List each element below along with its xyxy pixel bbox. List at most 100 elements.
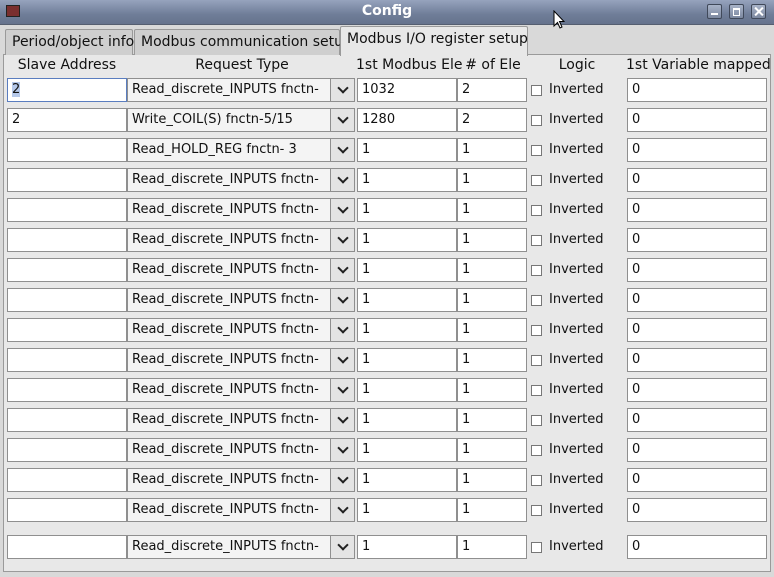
close-button[interactable] <box>751 4 766 19</box>
first-variable-input[interactable]: 0 <box>627 108 767 132</box>
num-ele-input[interactable]: 1 <box>457 168 527 192</box>
num-ele-input[interactable]: 1 <box>457 198 527 222</box>
slave-address-input[interactable] <box>7 258 127 282</box>
chevron-down-icon[interactable] <box>330 198 355 222</box>
first-variable-input[interactable]: 0 <box>627 498 767 522</box>
request-type-select[interactable]: Read_discrete_INPUTS fnctn- <box>127 78 331 102</box>
inverted-checkbox[interactable] <box>531 325 542 336</box>
request-type-select[interactable]: Read_discrete_INPUTS fnctn- <box>127 408 331 432</box>
inverted-checkbox[interactable] <box>531 205 542 216</box>
request-type-select[interactable]: Read_discrete_INPUTS fnctn- <box>127 348 331 372</box>
chevron-down-icon[interactable] <box>330 258 355 282</box>
chevron-down-icon[interactable] <box>330 498 355 522</box>
first-modbus-ele-input[interactable]: 1 <box>357 228 457 252</box>
first-modbus-ele-input[interactable]: 1 <box>357 438 457 462</box>
title-bar[interactable]: Config <box>0 0 774 25</box>
slave-address-input[interactable] <box>7 535 127 559</box>
num-ele-input[interactable]: 2 <box>457 108 527 132</box>
num-ele-input[interactable]: 1 <box>457 288 527 312</box>
inverted-checkbox[interactable] <box>531 445 542 456</box>
num-ele-input[interactable]: 1 <box>457 228 527 252</box>
inverted-checkbox[interactable] <box>531 295 542 306</box>
minimize-button[interactable] <box>707 4 722 19</box>
inverted-checkbox[interactable] <box>531 505 542 516</box>
chevron-down-icon[interactable] <box>330 535 355 559</box>
inverted-checkbox[interactable] <box>531 542 542 553</box>
tab-period-object-info[interactable]: Period/object info <box>5 29 134 55</box>
first-modbus-ele-input[interactable]: 1 <box>357 535 457 559</box>
maximize-button[interactable] <box>729 4 744 19</box>
chevron-down-icon[interactable] <box>330 438 355 462</box>
first-variable-input[interactable]: 0 <box>627 378 767 402</box>
chevron-down-icon[interactable] <box>330 228 355 252</box>
slave-address-input[interactable] <box>7 198 127 222</box>
first-modbus-ele-input[interactable]: 1 <box>357 258 457 282</box>
request-type-select[interactable]: Read_discrete_INPUTS fnctn- <box>127 228 331 252</box>
first-modbus-ele-input[interactable]: 1 <box>357 138 457 162</box>
first-modbus-ele-input[interactable]: 1 <box>357 168 457 192</box>
request-type-select[interactable]: Read_discrete_INPUTS fnctn- <box>127 258 331 282</box>
inverted-checkbox[interactable] <box>531 175 542 186</box>
chevron-down-icon[interactable] <box>330 288 355 312</box>
first-modbus-ele-input[interactable]: 1 <box>357 288 457 312</box>
first-variable-input[interactable]: 0 <box>627 258 767 282</box>
first-variable-input[interactable]: 0 <box>627 408 767 432</box>
inverted-checkbox[interactable] <box>531 385 542 396</box>
first-variable-input[interactable]: 0 <box>627 535 767 559</box>
inverted-checkbox[interactable] <box>531 145 542 156</box>
first-modbus-ele-input[interactable]: 1 <box>357 498 457 522</box>
num-ele-input[interactable]: 1 <box>457 408 527 432</box>
first-variable-input[interactable]: 0 <box>627 348 767 372</box>
request-type-select[interactable]: Read_discrete_INPUTS fnctn- <box>127 535 331 559</box>
tab-modbus-io-register-setup[interactable]: Modbus I/O register setup <box>340 26 528 56</box>
slave-address-input[interactable]: 2 <box>7 108 127 132</box>
first-variable-input[interactable]: 0 <box>627 168 767 192</box>
num-ele-input[interactable]: 1 <box>457 498 527 522</box>
inverted-checkbox[interactable] <box>531 115 542 126</box>
request-type-select[interactable]: Read_discrete_INPUTS fnctn- <box>127 198 331 222</box>
slave-address-input[interactable] <box>7 168 127 192</box>
request-type-select[interactable]: Read_discrete_INPUTS fnctn- <box>127 438 331 462</box>
first-modbus-ele-input[interactable]: 1280 <box>357 108 457 132</box>
inverted-checkbox[interactable] <box>531 415 542 426</box>
inverted-checkbox[interactable] <box>531 85 542 96</box>
inverted-checkbox[interactable] <box>531 235 542 246</box>
num-ele-input[interactable]: 1 <box>457 348 527 372</box>
first-variable-input[interactable]: 0 <box>627 228 767 252</box>
request-type-select[interactable]: Read_discrete_INPUTS fnctn- <box>127 288 331 312</box>
inverted-checkbox[interactable] <box>531 475 542 486</box>
chevron-down-icon[interactable] <box>330 108 355 132</box>
request-type-select[interactable]: Read_discrete_INPUTS fnctn- <box>127 498 331 522</box>
first-variable-input[interactable]: 0 <box>627 288 767 312</box>
slave-address-input[interactable] <box>7 138 127 162</box>
first-modbus-ele-input[interactable]: 1032 <box>357 78 457 102</box>
slave-address-input[interactable] <box>7 438 127 462</box>
slave-address-input[interactable] <box>7 408 127 432</box>
chevron-down-icon[interactable] <box>330 168 355 192</box>
tab-modbus-communication-setup[interactable]: Modbus communication setup <box>134 29 352 55</box>
request-type-select[interactable]: Read_discrete_INPUTS fnctn- <box>127 168 331 192</box>
chevron-down-icon[interactable] <box>330 318 355 342</box>
num-ele-input[interactable]: 1 <box>457 438 527 462</box>
request-type-select[interactable]: Read_discrete_INPUTS fnctn- <box>127 378 331 402</box>
slave-address-input[interactable] <box>7 348 127 372</box>
chevron-down-icon[interactable] <box>330 348 355 372</box>
first-modbus-ele-input[interactable]: 1 <box>357 378 457 402</box>
first-modbus-ele-input[interactable]: 1 <box>357 198 457 222</box>
request-type-select[interactable]: Read_HOLD_REG fnctn- 3 <box>127 138 331 162</box>
chevron-down-icon[interactable] <box>330 408 355 432</box>
request-type-select[interactable]: Read_discrete_INPUTS fnctn- <box>127 318 331 342</box>
slave-address-input[interactable] <box>7 378 127 402</box>
num-ele-input[interactable]: 1 <box>457 318 527 342</box>
first-modbus-ele-input[interactable]: 1 <box>357 318 457 342</box>
chevron-down-icon[interactable] <box>330 468 355 492</box>
first-variable-input[interactable]: 0 <box>627 78 767 102</box>
num-ele-input[interactable]: 1 <box>457 138 527 162</box>
first-variable-input[interactable]: 0 <box>627 198 767 222</box>
chevron-down-icon[interactable] <box>330 78 355 102</box>
first-modbus-ele-input[interactable]: 1 <box>357 408 457 432</box>
request-type-select[interactable]: Read_discrete_INPUTS fnctn- <box>127 468 331 492</box>
num-ele-input[interactable]: 2 <box>457 78 527 102</box>
first-variable-input[interactable]: 0 <box>627 468 767 492</box>
slave-address-input[interactable] <box>7 318 127 342</box>
